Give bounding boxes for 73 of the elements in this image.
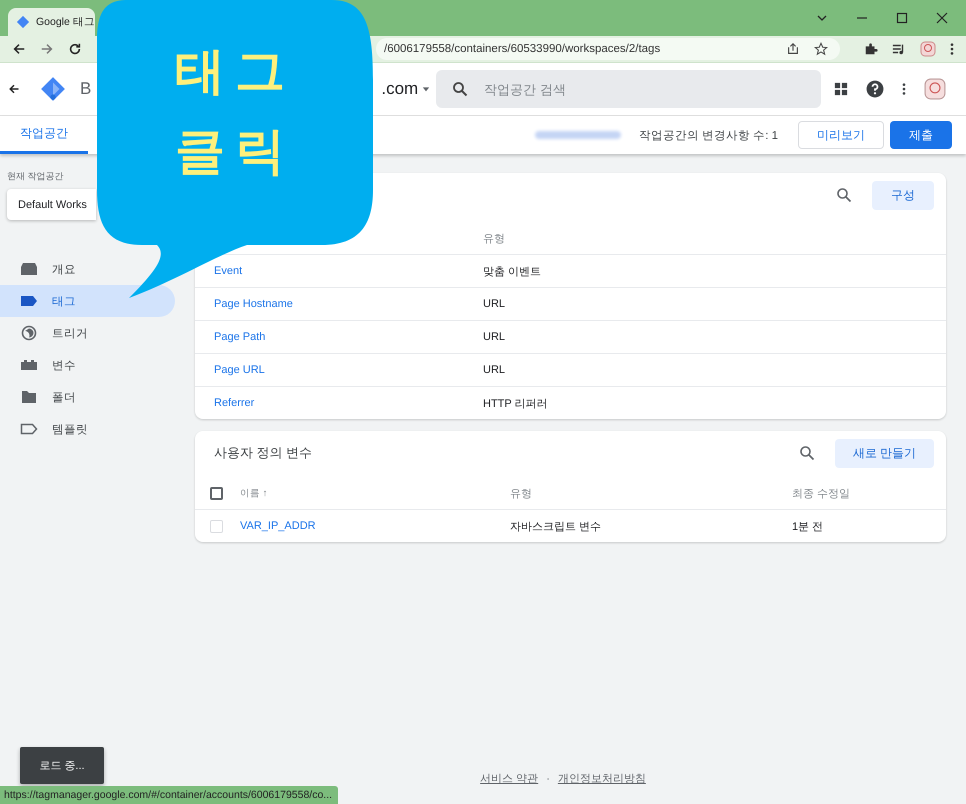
star-icon[interactable] (814, 42, 828, 56)
workspace-label: 현재 작업공간 (6, 170, 65, 183)
privacy-link[interactable]: 개인정보처리방침 (558, 771, 646, 786)
callout-text: 클릭 (175, 122, 295, 181)
table-cell: URL (483, 331, 506, 343)
search-icon (452, 81, 468, 97)
table-cell-text: 자바스크립트 변수 (510, 520, 602, 534)
nav-item[interactable]: 트리거 (0, 317, 175, 349)
variable-link[interactable]: VAR_IP_ADDR (240, 520, 510, 532)
nav-item[interactable]: 태그 (0, 285, 175, 317)
column-header: 유형 (510, 486, 533, 500)
browser-tab[interactable]: Google 태그 (8, 8, 95, 36)
variable-link[interactable]: Page Hostname (214, 298, 483, 310)
folder-icon (20, 390, 38, 404)
configure-button[interactable]: 구성 (872, 180, 934, 210)
column-header[interactable]: 이름 ↑ (240, 486, 510, 500)
diamond-logo-icon (40, 76, 66, 102)
puzzle-icon[interactable] (864, 42, 878, 56)
maximize-icon[interactable] (896, 12, 908, 24)
apps-grid-icon[interactable] (834, 82, 848, 96)
drawer-icon (20, 262, 38, 276)
variable-link[interactable]: Page Path (214, 331, 483, 343)
more-icon[interactable] (902, 82, 906, 96)
column-header: 최종 수정일 (792, 486, 850, 500)
trigger-icon (20, 325, 38, 341)
back-icon[interactable] (8, 83, 20, 95)
terms-link[interactable]: 서비스 약관 (480, 771, 538, 786)
account-name: B (80, 79, 92, 99)
search-icon[interactable] (836, 187, 852, 203)
search-field[interactable]: 작업공간 검색 (436, 70, 822, 108)
variable-link[interactable]: Page URL (214, 364, 483, 376)
table-cell: URL (483, 298, 506, 310)
preview-button[interactable]: 미리보기 (798, 121, 884, 149)
changes-count: 작업공간의 변경사항 수: 1 (638, 128, 778, 142)
share-icon[interactable] (786, 42, 800, 56)
playlist-icon[interactable] (892, 42, 906, 56)
workspace-tab[interactable]: 작업공간 (0, 116, 88, 154)
close-icon[interactable] (936, 12, 948, 24)
separator-dot: · (546, 772, 550, 784)
nav-item[interactable]: 변수 (0, 349, 175, 381)
address-bar[interactable]: /6006179558/containers/60533990/workspaces/2/tags (376, 38, 840, 60)
status-url: https://tagmanager.google.com/#/container/accounts/6006179558/co... (0, 786, 338, 804)
select-all-checkbox[interactable] (210, 486, 223, 500)
card-title: 사용자 정의 변수 (214, 444, 314, 462)
back-icon[interactable] (12, 42, 26, 56)
loading-snackbar: 로드 중... (20, 747, 104, 784)
variable-link[interactable]: Event (214, 265, 483, 277)
table-cell-text: HTTP 리퍼러 (483, 396, 548, 410)
workspace-selector[interactable]: Default Works (7, 189, 96, 220)
row-checkbox[interactable] (210, 520, 223, 532)
nav-item[interactable]: 템플릿 (0, 413, 175, 445)
diamond-icon (16, 15, 30, 29)
more-icon[interactable] (950, 42, 954, 56)
variable-link[interactable]: Referrer (214, 397, 483, 409)
tag-outline-icon (20, 423, 38, 435)
search-icon[interactable] (799, 445, 815, 461)
reload-icon[interactable] (68, 42, 82, 56)
help-icon[interactable] (866, 80, 884, 98)
forward-icon[interactable] (40, 42, 54, 56)
submit-button[interactable]: 제출 (890, 121, 952, 149)
dropdown-icon (422, 85, 430, 93)
avatar-icon[interactable] (920, 41, 936, 57)
brick-icon (20, 359, 38, 371)
table-cell-text: 맞춤 이벤트 (483, 264, 542, 278)
container-selector[interactable]: .com (381, 79, 430, 99)
table-cell-text: 1분 전 (792, 520, 824, 534)
avatar-icon[interactable] (924, 78, 946, 100)
column-header: 유형 (483, 232, 505, 246)
new-button[interactable]: 새로 만들기 (835, 438, 934, 468)
nav-item[interactable]: 폴더 (0, 381, 175, 413)
tag-icon (20, 295, 38, 307)
callout-text: 태그 (175, 42, 295, 101)
table-cell: URL (483, 364, 506, 376)
